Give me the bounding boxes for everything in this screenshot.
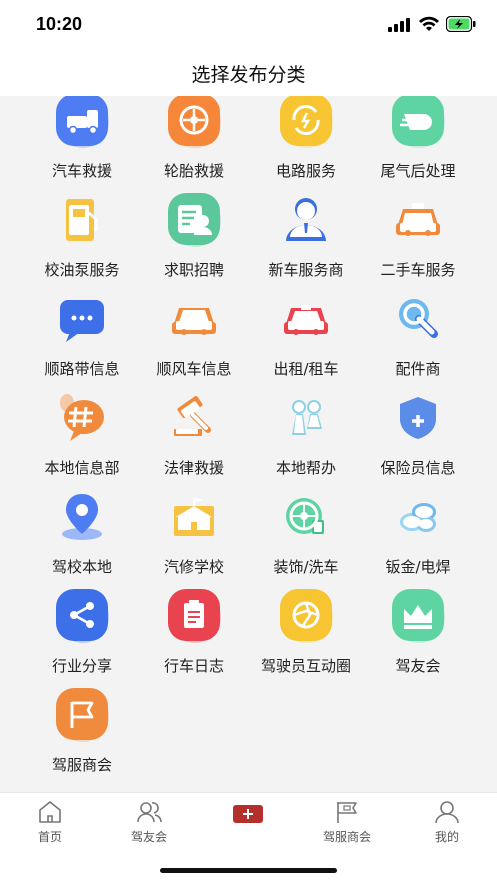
category-label: 驾服商会 xyxy=(51,756,112,774)
category-label: 配件商 xyxy=(395,360,441,378)
status-bar: 10:20 xyxy=(0,0,497,50)
tab-chamber[interactable]: 驾服商会 xyxy=(312,799,382,845)
home-icon xyxy=(39,801,61,823)
category-item[interactable]: 轮胎救援 xyxy=(138,96,250,189)
home-indicator xyxy=(160,868,337,873)
wifi-icon xyxy=(419,16,439,31)
category-label: 本地信息部 xyxy=(44,459,120,477)
tab-profile-label: 我的 xyxy=(434,830,459,844)
category-item[interactable]: 装饰/洗车 xyxy=(250,486,362,585)
sheet-metal-icon xyxy=(388,486,448,546)
category-item[interactable]: 驾校本地 xyxy=(26,486,138,585)
job-resume-icon xyxy=(164,189,224,249)
category-label: 校油泵服务 xyxy=(44,261,120,279)
category-item[interactable]: 顺路带信息 xyxy=(26,288,138,387)
category-label: 驾友会 xyxy=(395,657,441,675)
category-item[interactable]: 行车日志 xyxy=(138,585,250,684)
category-label: 本地帮办 xyxy=(275,459,336,477)
category-label: 驾校本地 xyxy=(51,558,112,576)
category-label: 二手车服务 xyxy=(380,261,456,279)
category-item[interactable]: 本地帮办 xyxy=(250,387,362,486)
chat-bubble-icon xyxy=(52,288,112,348)
share-icon xyxy=(52,585,112,645)
category-label: 顺风车信息 xyxy=(156,360,232,378)
tab-home-label: 首页 xyxy=(37,830,62,844)
category-item[interactable]: 出租/租车 xyxy=(250,288,362,387)
tab-chamber-label: 驾服商会 xyxy=(322,830,371,844)
category-item[interactable]: 汽车救援 xyxy=(26,96,138,189)
car-icon xyxy=(164,288,224,348)
category-label: 电路服务 xyxy=(275,162,336,180)
clipboard-icon xyxy=(164,585,224,645)
flag-icon xyxy=(52,684,112,744)
category-label: 轮胎救援 xyxy=(163,162,224,180)
circuit-refresh-icon xyxy=(276,96,336,150)
dealer-person-icon xyxy=(276,189,336,249)
category-item[interactable]: 行业分享 xyxy=(26,585,138,684)
category-item[interactable]: 汽修学校 xyxy=(138,486,250,585)
category-item[interactable]: 驾服商会 xyxy=(26,684,138,783)
category-label: 汽修学校 xyxy=(163,558,224,576)
tow-truck-icon xyxy=(52,96,112,150)
friends-icon xyxy=(137,802,162,823)
category-item[interactable]: 校油泵服务 xyxy=(26,189,138,288)
couple-icon xyxy=(276,387,336,447)
category-label: 行业分享 xyxy=(51,657,112,675)
profile-icon xyxy=(435,801,459,824)
tab-profile[interactable]: 我的 xyxy=(412,799,482,845)
tire-icon xyxy=(164,96,224,150)
category-label: 出租/租车 xyxy=(273,360,339,378)
hashtag-bubble-icon xyxy=(52,387,112,447)
category-label: 法律救援 xyxy=(163,459,224,477)
category-item[interactable]: 法律救援 xyxy=(138,387,250,486)
category-item[interactable]: 本地信息部 xyxy=(26,387,138,486)
category-list[interactable]: 汽车救援 轮胎救援 电路服务 尾气后处理校油泵服务 求职招聘 新车服务商 二手车服务顺路带信… xyxy=(0,96,497,792)
fuel-pump-icon xyxy=(52,189,112,249)
add-icon xyxy=(233,805,263,823)
category-label: 顺路带信息 xyxy=(44,360,120,378)
category-label: 新车服务商 xyxy=(268,261,344,279)
category-label: 装饰/洗车 xyxy=(273,558,339,576)
category-item[interactable]: 顺风车信息 xyxy=(138,288,250,387)
category-grid: 汽车救援 轮胎救援 电路服务 尾气后处理校油泵服务 求职招聘 新车服务商 二手车服务顺路带信… xyxy=(26,96,474,783)
category-label: 保险员信息 xyxy=(380,459,456,477)
location-pin-icon xyxy=(52,486,112,546)
category-label: 求职招聘 xyxy=(163,261,224,279)
category-label: 行车日志 xyxy=(163,657,224,675)
tab-friends[interactable]: 驾友会 xyxy=(114,799,184,845)
battery-charging-icon xyxy=(446,16,476,32)
used-car-icon xyxy=(388,189,448,249)
taxi-icon xyxy=(276,288,336,348)
aperture-icon xyxy=(276,585,336,645)
crown-icon xyxy=(388,585,448,645)
tab-friends-label: 驾友会 xyxy=(130,830,167,844)
gavel-icon xyxy=(164,387,224,447)
category-label: 尾气后处理 xyxy=(380,162,456,180)
category-item[interactable]: 尾气后处理 xyxy=(362,96,474,189)
cellular-signal-icon xyxy=(388,18,410,32)
category-item[interactable]: 驾友会 xyxy=(362,585,474,684)
category-label: 汽车救援 xyxy=(51,162,112,180)
category-item[interactable]: 二手车服务 xyxy=(362,189,474,288)
status-time: 10:20 xyxy=(36,14,83,34)
category-item[interactable]: 配件商 xyxy=(362,288,474,387)
exhaust-icon xyxy=(388,96,448,150)
category-item[interactable]: 驾驶员互动圈 xyxy=(250,585,362,684)
shield-plus-icon xyxy=(388,387,448,447)
category-item[interactable]: 钣金/电焊 xyxy=(362,486,474,585)
school-building-icon xyxy=(164,486,224,546)
category-item[interactable]: 保险员信息 xyxy=(362,387,474,486)
wheel-wash-icon xyxy=(276,486,336,546)
chamber-flag-icon xyxy=(337,802,357,823)
header: 选择发布分类 xyxy=(0,50,497,96)
category-label: 钣金/电焊 xyxy=(385,558,451,576)
tab-add[interactable] xyxy=(213,799,283,825)
category-label: 驾驶员互动圈 xyxy=(261,657,352,675)
category-item[interactable]: 电路服务 xyxy=(250,96,362,189)
category-item[interactable]: 新车服务商 xyxy=(250,189,362,288)
tab-home[interactable]: 首页 xyxy=(15,799,85,845)
page-title: 选择发布分类 xyxy=(191,64,306,86)
wrench-gear-icon xyxy=(388,288,448,348)
category-item[interactable]: 求职招聘 xyxy=(138,189,250,288)
